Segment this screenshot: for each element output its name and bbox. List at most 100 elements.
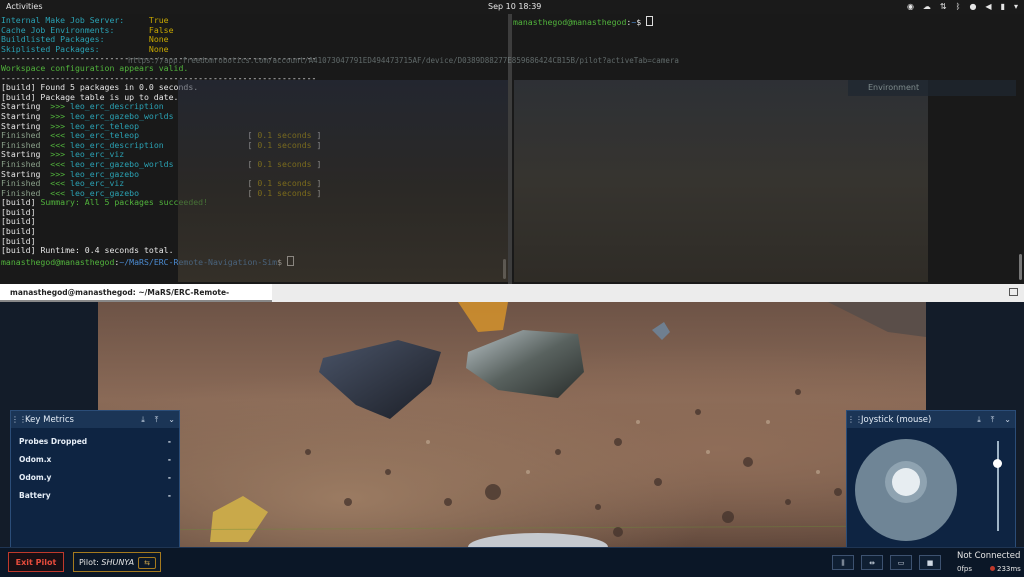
terminal-scrollbar[interactable] bbox=[503, 259, 506, 279]
pilot-name: SHUNYA bbox=[101, 558, 135, 567]
new-tab-icon[interactable] bbox=[1009, 288, 1018, 296]
terminal-line: [build] Summary: All 5 packages succeede… bbox=[1, 197, 321, 208]
terminal-text: Starting bbox=[1, 101, 51, 112]
terminal-text: 0.1 seconds bbox=[257, 130, 312, 141]
screen-button[interactable]: ▭ bbox=[890, 555, 912, 570]
terminal-text: Finished bbox=[1, 139, 51, 150]
terminal-text: ] bbox=[311, 158, 322, 169]
latency-readout: 233ms bbox=[990, 565, 1021, 573]
terminal-scrollbar-right[interactable] bbox=[1019, 254, 1022, 280]
speed-slider-track[interactable] bbox=[997, 441, 999, 531]
system-tray[interactable]: ◉ ☁ ⇅ ᛒ ● ◀ ▮ ▾ bbox=[907, 0, 1018, 14]
stats-button[interactable]: ⫼ bbox=[832, 555, 854, 570]
upload-icon[interactable]: ⤒ bbox=[155, 415, 159, 425]
grey-rock bbox=[466, 330, 584, 398]
rock-corner bbox=[828, 302, 926, 337]
prompt-symbol: $ bbox=[636, 17, 647, 27]
ubuntu-update-icon[interactable]: ◉ bbox=[907, 0, 914, 14]
terminal-text: Starting bbox=[1, 120, 51, 131]
terminal-text: leo_erc_viz bbox=[70, 149, 125, 160]
terminal-text: <<< bbox=[50, 139, 71, 150]
terminal-text: ] bbox=[311, 139, 322, 150]
metric-label: Odom.x bbox=[19, 454, 52, 464]
terminal-text: 0.1 seconds bbox=[257, 158, 312, 169]
terminal-text: Starting bbox=[1, 110, 51, 121]
dark-rock bbox=[319, 340, 441, 419]
terminal-cursor bbox=[286, 255, 294, 266]
terminal-text: [ bbox=[139, 130, 258, 141]
terminal-text: >>> bbox=[50, 168, 71, 179]
terminal-text: Internal Make Job Server: bbox=[1, 15, 149, 25]
terminal-line: [build] Runtime: 0.4 seconds total. bbox=[1, 245, 321, 256]
terminal-text: ] bbox=[311, 178, 322, 189]
system-clock[interactable]: Sep 10 18:39 bbox=[488, 0, 541, 14]
terminal-pane-right[interactable]: manasthegod@manasthegod:~$ bbox=[512, 14, 1024, 284]
swap-pilot-icon[interactable]: ⇆ bbox=[138, 557, 156, 569]
terminal-text: [build] Package table is up to date. bbox=[1, 91, 179, 102]
download-icon[interactable]: ⤓ bbox=[141, 415, 145, 425]
terminal-text: Finished bbox=[1, 178, 51, 189]
camera-scene bbox=[98, 302, 926, 547]
joystick-knob[interactable] bbox=[892, 468, 920, 496]
chevron-down-icon[interactable]: ⌄ bbox=[168, 415, 175, 424]
terminal-text: <<< bbox=[50, 178, 71, 189]
terminal-text: 0.1 seconds bbox=[257, 139, 312, 150]
monitor-icon: ▭ bbox=[897, 559, 905, 567]
battery-icon[interactable]: ▮ bbox=[1001, 0, 1005, 14]
terminal-text: manasthegod@manasthegod bbox=[1, 256, 115, 267]
bluetooth-icon[interactable]: ᛒ bbox=[956, 0, 961, 14]
camera-feed[interactable] bbox=[98, 302, 926, 547]
key-metrics-panel: ⋮⋮ Key Metrics ⤓ ⤒ ⌄ Probes Dropped - Odo… bbox=[10, 410, 180, 549]
terminal-cursor bbox=[646, 16, 654, 26]
power-menu-icon[interactable]: ▾ bbox=[1014, 0, 1018, 14]
fps-readout: 0fps bbox=[957, 565, 973, 573]
yellow-stone bbox=[210, 496, 268, 542]
connection-button[interactable]: ⇹ bbox=[861, 555, 883, 570]
terminal-text: [build] bbox=[1, 197, 41, 208]
drag-handle-icon[interactable]: ⋮⋮ bbox=[847, 415, 863, 424]
terminal-text: Starting bbox=[1, 168, 51, 179]
key-metrics-header[interactable]: ⋮⋮ Key Metrics ⤓ ⤒ ⌄ bbox=[11, 411, 179, 428]
terminal-text: [ bbox=[124, 178, 258, 189]
terminal-text: leo_erc_gazebo bbox=[70, 187, 140, 198]
terminal-line: manasthegod@manasthegod:~/MaRS/ERC-Remot… bbox=[1, 255, 321, 268]
exit-pilot-button[interactable]: Exit Pilot bbox=[8, 552, 64, 572]
terminal-text: Finished bbox=[1, 158, 51, 169]
terminal-pane-left[interactable]: Internal Make Job Server: True Cache Job … bbox=[0, 14, 508, 284]
terminal-text: Buildlisted Packages: bbox=[1, 34, 149, 45]
terminal-prompt-line: manasthegod@manasthegod:~$ bbox=[513, 16, 654, 28]
terminal-text: [ bbox=[139, 187, 258, 198]
terminal-text: None bbox=[148, 34, 169, 45]
upload-icon[interactable]: ⤒ bbox=[991, 415, 995, 425]
terminal-text: >>> bbox=[50, 101, 71, 112]
network-icon[interactable]: ⇅ bbox=[940, 0, 947, 14]
terminal-text: Starting bbox=[1, 149, 51, 160]
metric-row: Probes Dropped - bbox=[11, 432, 179, 450]
joystick-pad[interactable] bbox=[855, 439, 957, 541]
pilot-bottom-bar: Exit Pilot Pilot: SHUNYA ⇆ ⫼ ⇹ ▭ ■ Not C… bbox=[0, 547, 1024, 577]
chevron-down-icon[interactable]: ⌄ bbox=[1004, 415, 1011, 424]
metric-label: Odom.y bbox=[19, 472, 52, 482]
joystick-ring[interactable] bbox=[885, 461, 927, 503]
terminal-text: leo_erc_teleop bbox=[70, 130, 140, 141]
joystick-header[interactable]: ⋮⋮ Joystick (mouse) ⤓ ⤒ ⌄ bbox=[847, 411, 1015, 428]
drag-handle-icon[interactable]: ⋮⋮ bbox=[11, 415, 27, 424]
terminal-tab[interactable]: manasthegod@manasthegod: ~/MaRS/ERC-Remo… bbox=[0, 284, 272, 315]
terminal-text: Finished bbox=[1, 187, 51, 198]
microphone-icon[interactable]: ● bbox=[969, 0, 976, 14]
terminal-text: Finished bbox=[1, 130, 51, 141]
terminal-text: leo_erc_gazebo_worlds bbox=[70, 110, 174, 121]
terminal-title-bar: manasthegod@manasthegod: ~/MaRS/ERC-Remo… bbox=[0, 284, 1024, 315]
cloud-icon[interactable]: ☁ bbox=[923, 0, 931, 14]
terminal-text: leo_erc_description bbox=[70, 139, 164, 150]
metric-row: Odom.y - bbox=[11, 468, 179, 486]
activities-button[interactable]: Activities bbox=[6, 0, 43, 14]
pilot-indicator[interactable]: Pilot: SHUNYA ⇆ bbox=[73, 552, 161, 572]
volume-icon[interactable]: ◀ bbox=[985, 0, 991, 14]
metric-value: - bbox=[167, 436, 171, 446]
terminal-text: leo_erc_teleop bbox=[70, 120, 140, 131]
download-icon[interactable]: ⤓ bbox=[977, 415, 981, 425]
speed-slider-knob[interactable] bbox=[993, 459, 1002, 468]
terminal-text: <<< bbox=[50, 130, 71, 141]
stop-button[interactable]: ■ bbox=[919, 555, 941, 570]
